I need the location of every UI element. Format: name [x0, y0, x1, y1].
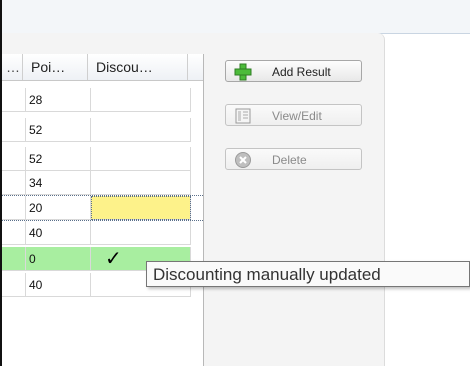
delete-label: Delete: [272, 153, 307, 167]
points-cell[interactable]: 40: [26, 221, 91, 245]
plus-icon: [234, 63, 252, 81]
grid-cell[interactable]: [2, 273, 26, 297]
points-cell[interactable]: 20: [26, 196, 91, 220]
selected-table-row[interactable]: 20: [2, 195, 203, 221]
table-row[interactable]: 52: [2, 147, 203, 171]
points-cell[interactable]: 0: [26, 247, 91, 271]
view-edit-button[interactable]: View/Edit: [225, 104, 362, 126]
grid-cell[interactable]: [2, 147, 26, 171]
grid-cell[interactable]: [2, 118, 26, 142]
column-header-points[interactable]: Poi…: [23, 54, 88, 80]
points-cell[interactable]: 52: [26, 118, 91, 142]
discount-cell[interactable]: [91, 147, 191, 171]
table-row[interactable]: 34: [2, 171, 203, 195]
add-result-label: Add Result: [272, 65, 331, 79]
grid-cell[interactable]: [2, 171, 26, 195]
document-icon: [235, 108, 251, 124]
points-cell[interactable]: 34: [26, 171, 91, 195]
discount-cell[interactable]: [91, 171, 191, 195]
table-row[interactable]: 52: [2, 118, 203, 142]
grid-cell[interactable]: [2, 221, 26, 245]
add-result-button[interactable]: Add Result: [225, 60, 362, 82]
grid-cell[interactable]: [2, 196, 26, 220]
discount-cell[interactable]: [91, 118, 191, 142]
grid-cell[interactable]: [2, 247, 26, 271]
view-edit-label: View/Edit: [272, 109, 322, 123]
table-row[interactable]: 28: [2, 88, 203, 112]
results-grid[interactable]: … Poi… Discou… 28 52 52 34 20 40 0 ✓ 40: [2, 54, 204, 366]
discount-cell-selected[interactable]: [91, 196, 191, 220]
points-cell[interactable]: 52: [26, 147, 91, 171]
tooltip: Discounting manually updated: [146, 261, 470, 287]
checkmark-icon: ✓: [105, 248, 122, 270]
points-cell[interactable]: 28: [26, 88, 91, 112]
discount-cell[interactable]: [91, 221, 191, 245]
column-header-discount[interactable]: Discou…: [88, 54, 188, 80]
window-top-strip: [0, 0, 470, 34]
points-cell[interactable]: 40: [26, 273, 91, 297]
column-header-truncated[interactable]: …: [2, 54, 23, 80]
table-row[interactable]: 40: [2, 221, 203, 245]
grid-header: … Poi… Discou…: [2, 54, 203, 81]
grid-cell[interactable]: [2, 88, 26, 112]
delete-button[interactable]: Delete: [225, 148, 362, 170]
discount-cell[interactable]: [91, 88, 191, 112]
delete-circle-icon: [235, 152, 251, 168]
